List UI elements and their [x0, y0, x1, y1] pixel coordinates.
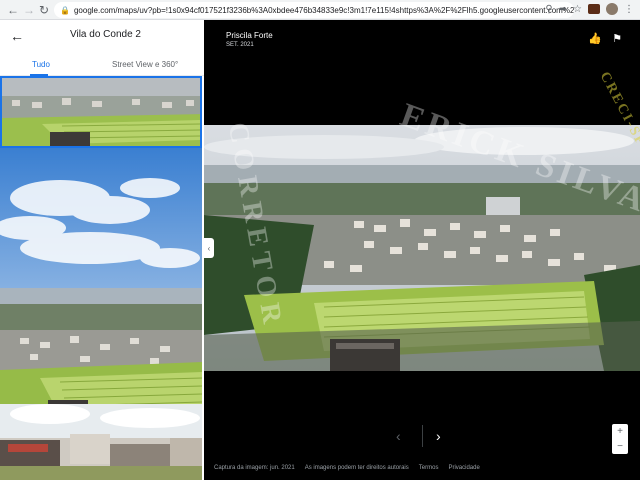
zoom-icon[interactable]: ⚲	[545, 4, 552, 15]
photo-thumbnail[interactable]	[0, 404, 202, 480]
prev-photo-icon[interactable]: ‹	[396, 428, 401, 444]
next-photo-icon[interactable]: ›	[436, 428, 441, 444]
photo-viewer: Priscila Forte SET. 2021 👍 ⚑ ERICK SILVA…	[204, 20, 640, 480]
back-icon[interactable]: ←	[10, 28, 24, 44]
zoom-in-icon[interactable]: +	[617, 426, 623, 437]
tab-street-view[interactable]: Street View e 360°	[112, 60, 178, 69]
photo-author[interactable]: Priscila Forte	[226, 31, 273, 40]
privacy-link[interactable]: Privacidade	[448, 465, 479, 471]
pager-divider	[422, 425, 423, 447]
thumbs-up-icon[interactable]: 👍	[588, 32, 602, 45]
photo-tabs: Tudo Street View e 360°	[0, 56, 204, 76]
star-icon[interactable]: ☆	[573, 4, 582, 15]
aerial-sky-thumbnail-image	[0, 148, 202, 424]
flag-icon[interactable]: ⚑	[612, 32, 622, 45]
photo-thumbnail[interactable]	[0, 148, 202, 424]
browser-actions: ⚲ ➦ ☆ ⋮	[545, 3, 634, 15]
terms-link[interactable]: Termos	[419, 465, 439, 471]
zoom-control: + −	[612, 424, 628, 454]
menu-icon[interactable]: ⋮	[624, 4, 634, 15]
zoom-out-icon[interactable]: −	[617, 441, 623, 452]
viewer-footer: Captura da imagem: jun. 2021 As imagens …	[214, 465, 480, 471]
photo-list-panel: ← Vila do Conde 2 Tudo Street View e 360…	[0, 20, 204, 480]
buildings-thumbnail-image	[0, 404, 202, 480]
aerial-thumbnail-image	[2, 78, 200, 146]
panel-header: ← Vila do Conde 2	[0, 20, 204, 52]
collapse-panel-button[interactable]: ‹	[204, 238, 214, 258]
share-icon[interactable]: ➦	[559, 4, 567, 15]
capture-date: Captura da imagem: jun. 2021	[214, 465, 295, 471]
url-text[interactable]: google.com/maps/uv?pb=!1s0x94cf017521f32…	[74, 6, 574, 15]
aerial-photo-image	[204, 125, 640, 371]
main-photo[interactable]	[204, 125, 640, 371]
place-title: Vila do Conde 2	[70, 29, 141, 40]
address-bar[interactable]: 🔒 google.com/maps/uv?pb=!1s0x94cf017521f…	[54, 2, 574, 18]
photo-date: SET. 2021	[226, 42, 254, 48]
extension-icon[interactable]	[588, 4, 600, 14]
lock-icon: 🔒	[60, 5, 70, 15]
photo-thumbnail-selected[interactable]	[0, 76, 202, 148]
browser-toolbar: ← → ↻ 🔒 google.com/maps/uv?pb=!1s0x94cf0…	[0, 0, 640, 20]
copyright-notice: As imagens podem ter direitos autorais	[304, 465, 409, 471]
tab-all[interactable]: Tudo	[32, 60, 50, 69]
reload-icon[interactable]: ↻	[35, 1, 53, 19]
profile-avatar[interactable]	[606, 3, 618, 15]
viewer-actions: 👍 ⚑	[588, 32, 622, 45]
